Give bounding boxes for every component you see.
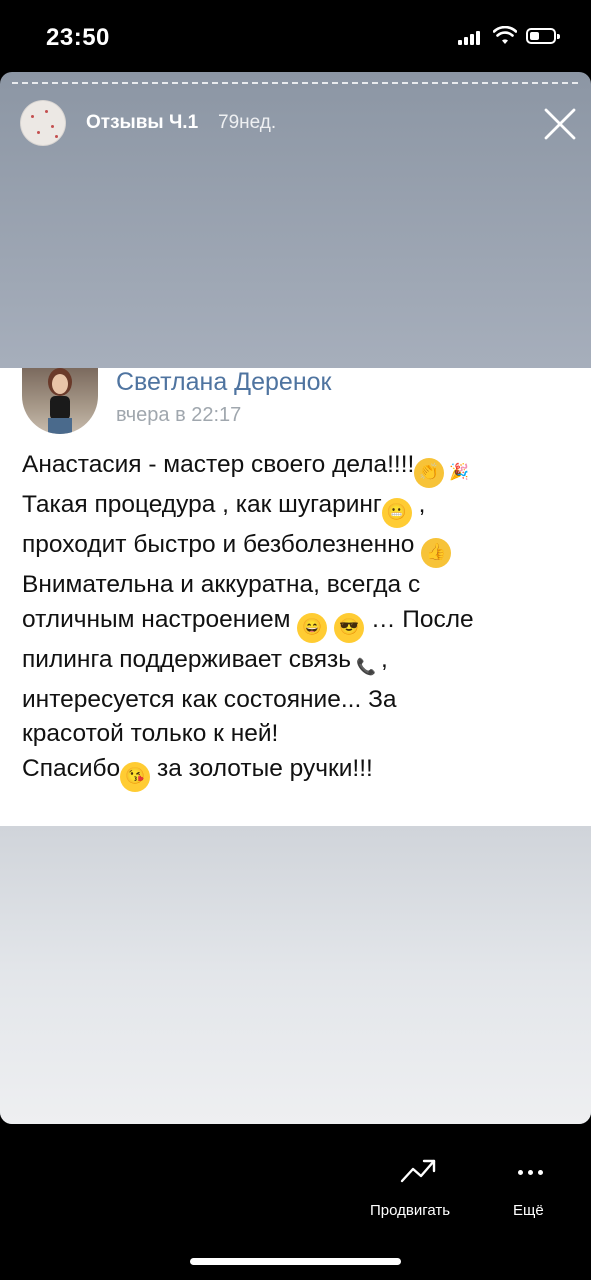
telephone-receiver-icon: 📞: [356, 658, 376, 676]
story-time-ago: 79нед.: [218, 112, 277, 133]
promote-button[interactable]: Продвигать: [370, 1202, 450, 1219]
thumbs-up-icon: 👍: [421, 538, 452, 568]
story-background-bottom: [0, 826, 591, 1124]
cellular-signal-icon: [458, 31, 484, 45]
post-text-line: Такая процедура , как шугаринг 😬 ,: [22, 488, 582, 528]
story-progress-bar: [12, 82, 578, 85]
author-avatar: [22, 368, 98, 434]
story-title[interactable]: Отзывы Ч.1: [86, 112, 198, 134]
post-text-line: Анастасия - мастер своего дела!!!! 👏 🎉: [22, 448, 582, 488]
status-time: 23:50: [46, 24, 110, 51]
post-text-line: интересуется как состояние... За: [22, 685, 397, 713]
sunglasses-face-icon: 😎: [334, 612, 365, 643]
post-text: Анастасия - мастер своего дела!!!! 👏 🎉 Так…: [22, 448, 582, 792]
home-indicator[interactable]: [190, 1258, 401, 1265]
battery-icon: [526, 28, 560, 44]
post-text-line: красотой только к ней!: [22, 720, 279, 747]
status-bar: 23:50: [0, 0, 591, 72]
more-button[interactable]: Ещё: [513, 1202, 544, 1219]
more-options-icon[interactable]: [518, 1170, 544, 1176]
wifi-icon: [493, 26, 517, 44]
post-text-line: Внимательна и аккуратна, всегда с: [22, 571, 421, 598]
close-icon[interactable]: [540, 104, 580, 144]
story-action-bar: Продвигать Ещё: [0, 1124, 591, 1280]
party-popper-icon: 🎉: [449, 464, 470, 481]
post-text-line: Спасибо 😘 за золотые ручки!!!: [22, 752, 582, 792]
kissing-face-icon: 😘: [120, 761, 151, 792]
post-author-name: Светлана Деренок: [116, 368, 332, 396]
post-text-line: пилинга поддерживает связь 📞,: [22, 643, 582, 683]
trending-up-icon[interactable]: [400, 1157, 438, 1183]
grimacing-face-icon: 😬: [381, 498, 412, 528]
post-text-line: отличным настроением 😄 😎 … После: [22, 603, 582, 643]
story-viewer[interactable]: Отзывы Ч.1 79нед. Светлана Деренок вчера…: [0, 72, 591, 1124]
post-date: вчера в 22:17: [116, 404, 242, 426]
story-avatar[interactable]: [20, 100, 66, 146]
clapping-hands-icon: 👏: [414, 458, 445, 488]
post-text-line: проходит быстро и безболезненно 👍: [22, 528, 582, 568]
grinning-face-icon: 😄: [297, 612, 328, 643]
review-post-screenshot: Светлана Деренок вчера в 22:17 Анастасия…: [0, 368, 591, 826]
